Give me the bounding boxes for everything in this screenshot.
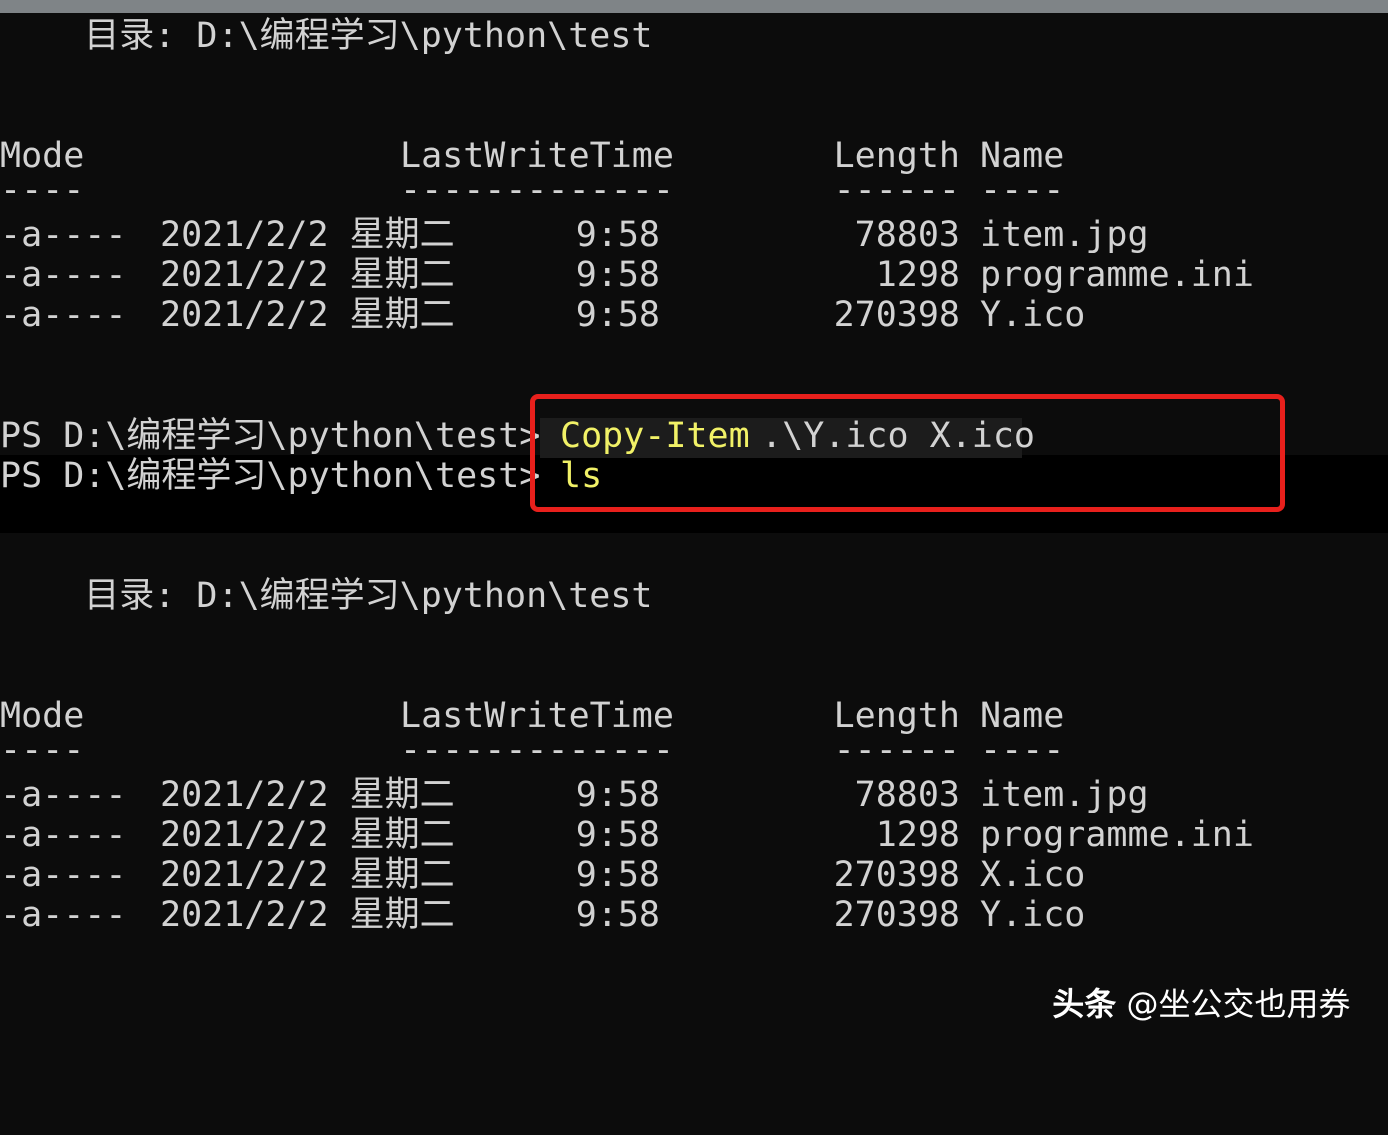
row-mode: -a---- — [0, 855, 127, 895]
underline-name: ---- — [980, 730, 1065, 770]
directory-line-1: 目录: D:\编程学习\python\test — [0, 16, 652, 56]
row-time: 9:58 — [575, 255, 660, 295]
row-mode: -a---- — [0, 815, 127, 855]
row-name: programme.ini — [980, 815, 1254, 855]
table-row: -a---- 2021/2/2 星期二 9:58 270398 X.ico — [0, 855, 1085, 895]
watermark-brand: 头条 — [1052, 985, 1117, 1023]
underline-mode: ---- — [0, 170, 85, 210]
row-length: 78803 — [854, 215, 960, 255]
row-length: 270398 — [833, 855, 960, 895]
window-top-strip — [0, 0, 1388, 13]
underline-mode: ---- — [0, 730, 85, 770]
table-underline-1: ---- ------------- ------ ---- — [0, 170, 1064, 210]
table-row: -a---- 2021/2/2 星期二 9:58 1298 programme.… — [0, 255, 1254, 295]
table-row: -a---- 2021/2/2 星期二 9:58 270398 Y.ico — [0, 895, 1085, 935]
prompt: PS D:\编程学习\python\test> — [0, 456, 541, 496]
annotation-highlight-box — [530, 394, 1285, 512]
row-date: 2021/2/2 星期二 — [160, 895, 455, 935]
directory-path-1: 目录: D:\编程学习\python\test — [0, 16, 653, 56]
underline-name: ---- — [980, 170, 1065, 210]
underline-lastwritetime: ------------- — [400, 170, 674, 210]
table-row: -a---- 2021/2/2 星期二 9:58 270398 Y.ico — [0, 295, 1085, 335]
directory-line-2: 目录: D:\编程学习\python\test — [0, 576, 652, 616]
underline-lastwritetime: ------------- — [400, 730, 674, 770]
directory-path-2: 目录: D:\编程学习\python\test — [0, 576, 653, 616]
table-underline-2: ---- ------------- ------ ---- — [0, 730, 1064, 770]
row-name: programme.ini — [980, 255, 1254, 295]
row-time: 9:58 — [575, 815, 660, 855]
row-length: 270398 — [833, 295, 960, 335]
prompt: PS D:\编程学习\python\test> — [0, 416, 541, 456]
row-name: item.jpg — [980, 775, 1149, 815]
row-date: 2021/2/2 星期二 — [160, 215, 455, 255]
row-date: 2021/2/2 星期二 — [160, 255, 455, 295]
underline-length: ------ — [833, 730, 960, 770]
table-row: -a---- 2021/2/2 星期二 9:58 1298 programme.… — [0, 815, 1254, 855]
row-mode: -a---- — [0, 295, 127, 335]
table-row: -a---- 2021/2/2 星期二 9:58 78803 item.jpg — [0, 775, 1149, 815]
watermark-handle: @坐公交也用券 — [1116, 985, 1351, 1023]
table-row: -a---- 2021/2/2 星期二 9:58 78803 item.jpg — [0, 215, 1149, 255]
command-line-2[interactable]: PS D:\编程学习\python\test> ls — [0, 456, 602, 496]
command-line-1[interactable]: PS D:\编程学习\python\test> Copy-Item .\Y.ic… — [0, 416, 1035, 456]
row-date: 2021/2/2 星期二 — [160, 775, 455, 815]
row-length: 1298 — [875, 255, 960, 295]
row-length: 1298 — [875, 815, 960, 855]
row-mode: -a---- — [0, 215, 127, 255]
row-length: 270398 — [833, 895, 960, 935]
row-mode: -a---- — [0, 895, 127, 935]
watermark: 头条 @坐公交也用券 — [1030, 938, 1350, 1023]
row-time: 9:58 — [575, 895, 660, 935]
row-mode: -a---- — [0, 255, 127, 295]
row-name: item.jpg — [980, 215, 1149, 255]
row-name: X.ico — [980, 855, 1086, 895]
row-time: 9:58 — [575, 855, 660, 895]
row-date: 2021/2/2 星期二 — [160, 295, 455, 335]
row-date: 2021/2/2 星期二 — [160, 815, 455, 855]
row-name: Y.ico — [980, 895, 1086, 935]
row-time: 9:58 — [575, 215, 660, 255]
row-time: 9:58 — [575, 295, 660, 335]
underline-length: ------ — [833, 170, 960, 210]
row-mode: -a---- — [0, 775, 127, 815]
row-name: Y.ico — [980, 295, 1086, 335]
row-time: 9:58 — [575, 775, 660, 815]
row-length: 78803 — [854, 775, 960, 815]
row-date: 2021/2/2 星期二 — [160, 855, 455, 895]
